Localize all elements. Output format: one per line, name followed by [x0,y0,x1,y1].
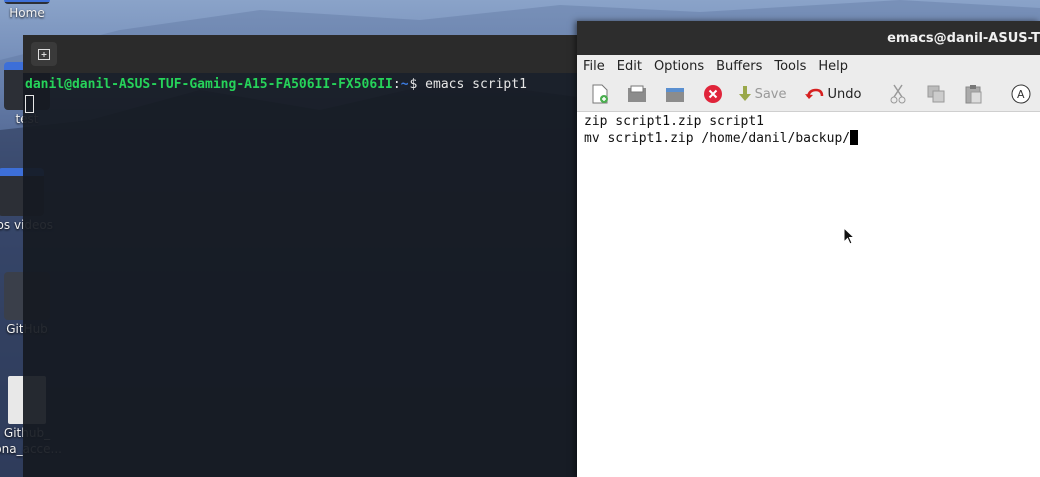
paste-icon[interactable] [963,83,985,105]
undo-icon [805,88,824,99]
undo-label: Undo [827,86,862,102]
menu-tools[interactable]: Tools [768,59,812,74]
buffer-line-current: mv script1.zip /home/danil/backup/ [584,130,1033,147]
copy-icon[interactable] [925,83,947,105]
open-file-icon[interactable] [627,83,649,105]
emacs-titlebar: emacs@danil-ASUS-T [577,21,1040,55]
menu-buffers[interactable]: Buffers [710,59,768,74]
undo-button[interactable]: Undo [804,80,861,108]
terminal-command: $ emacs script1 [409,77,527,92]
prompt-separator: : [392,77,401,92]
cut-icon[interactable] [887,83,909,105]
buffer-line: mv script1.zip /home/danil/backup/ [584,131,851,146]
menubar: File Edit Options Buffers Tools Help [577,55,1040,77]
save-label: Save [754,86,787,102]
terminal-output[interactable]: danil@danil-ASUS-TUF-Gaming-A15-FA506II-… [23,73,583,121]
desktop-icon-label: Home [9,6,45,20]
home-folder-icon [4,0,50,4]
terminal-titlebar [23,35,583,73]
mouse-pointer-icon [843,227,855,245]
new-tab-icon[interactable] [31,42,57,66]
emacs-window[interactable]: emacs@danil-ASUS-T File Edit Options Buf… [577,21,1040,477]
terminal-prompt-line: danil@danil-ASUS-TUF-Gaming-A15-FA506II-… [25,77,581,92]
menu-options[interactable]: Options [648,59,710,74]
save-button[interactable]: Save [738,80,787,108]
menu-edit[interactable]: Edit [611,59,648,74]
menu-help[interactable]: Help [812,59,854,74]
window-title: emacs@danil-ASUS-T [887,30,1040,46]
save-icon [738,86,751,101]
terminal-window[interactable]: danil@danil-ASUS-TUF-Gaming-A15-FA506II-… [23,35,583,477]
open-directory-icon[interactable] [664,83,686,105]
toolbar: Save Undo A [577,77,1040,112]
prompt-user-host: danil@danil-ASUS-TUF-Gaming-A15-FA506II-… [25,77,393,92]
desktop-icon-home[interactable]: Home [0,0,62,20]
search-icon[interactable]: A [1010,83,1032,105]
buffer-line: zip script1.zip script1 [584,114,765,129]
menu-file[interactable]: File [577,59,611,74]
new-file-icon[interactable] [589,83,611,105]
editor-cursor [850,130,859,145]
prompt-path: ~ [400,77,409,92]
terminal-cursor [25,95,34,113]
editor-buffer[interactable]: zip script1.zip script1 mv script1.zip /… [577,112,1040,149]
close-buffer-icon[interactable] [702,83,724,105]
svg-text:A: A [1017,88,1025,101]
